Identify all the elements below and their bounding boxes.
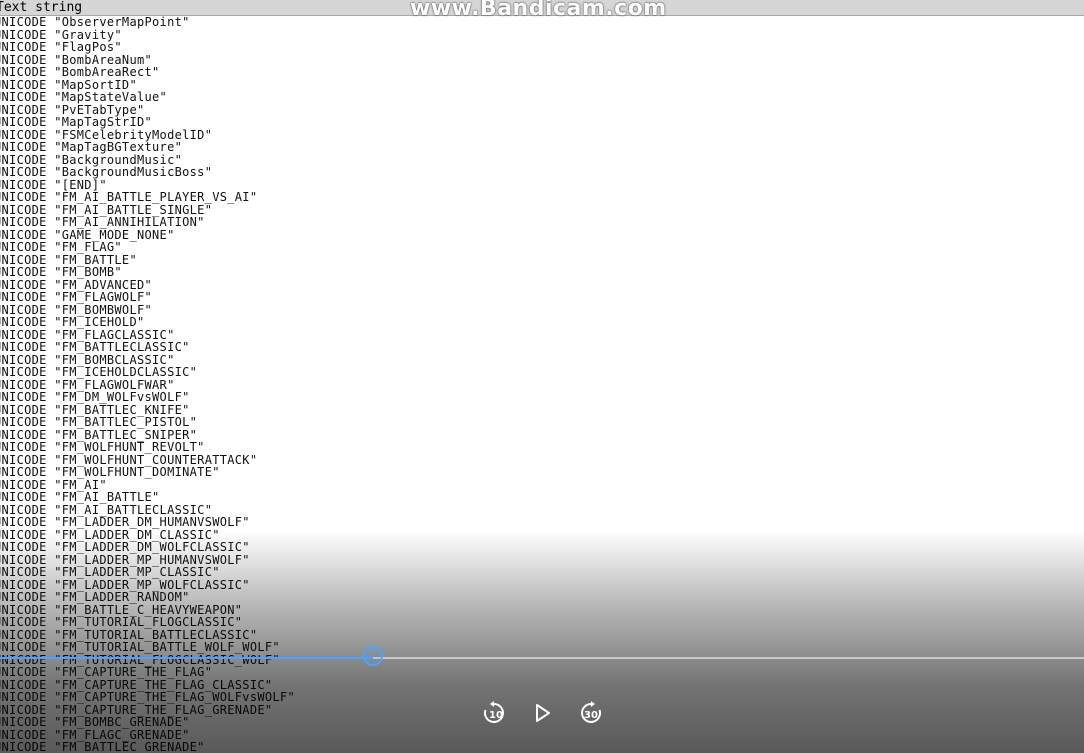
list-row[interactable]: UNICODE "FM_AI_BATTLE"	[0, 491, 160, 504]
list-row[interactable]: UNICODE "BackgroundMusicBoss"	[0, 166, 212, 179]
forward-label: 30	[584, 710, 598, 721]
list-row[interactable]: UNICODE "FM_LADDER_DM_HUMANVSWOLF"	[0, 516, 250, 529]
list-row[interactable]: UNICODE "FM_FLAG"	[0, 241, 122, 254]
list-row[interactable]: UNICODE "FM_ICEHOLDCLASSIC"	[0, 366, 197, 379]
list-row[interactable]: UNICODE "FM_CAPTURE_THE_FLAG"	[0, 666, 212, 679]
seek-progress	[0, 657, 373, 659]
list-row[interactable]: UNICODE "ObserverMapPoint"	[0, 16, 190, 29]
list-row[interactable]: UNICODE "FM_BOMBC_GRENADE"	[0, 716, 190, 729]
list-row[interactable]: UNICODE "FM_BATTLEC_PISTOL"	[0, 416, 197, 429]
list-row[interactable]: UNICODE "FM_BOMB"	[0, 266, 122, 279]
string-list[interactable]: UNICODE "ObserverMapPoint" UNICODE "Gravi…	[0, 16, 1084, 753]
rewind-label: 10	[489, 710, 503, 721]
list-row[interactable]: UNICODE "FM_FLAGWOLF"	[0, 291, 152, 304]
list-row[interactable]: UNICODE "FM_LADDER_MP_CLASSIC"	[0, 566, 220, 579]
rewind-10-button[interactable]: 10	[480, 699, 508, 727]
list-row[interactable]: UNICODE "MapTagBGTexture"	[0, 141, 182, 154]
list-row[interactable]: UNICODE "FM_TUTORIAL_BATTLE_WOLF_WOLF"	[0, 641, 280, 654]
list-row[interactable]: UNICODE "FM_BATTLECLASSIC"	[0, 341, 190, 354]
seek-handle[interactable]	[362, 646, 383, 666]
list-row[interactable]: UNICODE "BombAreaRect"	[0, 66, 160, 79]
list-row[interactable]: UNICODE "FM_TUTORIAL_FLOGCLASSIC"	[0, 616, 242, 629]
list-row[interactable]: UNICODE "FM_WOLFHUNT_DOMINATE"	[0, 466, 220, 479]
list-row[interactable]: UNICODE "FM_LADDER_RANDOM"	[0, 591, 190, 604]
column-header-label: Text string	[0, 0, 83, 15]
play-button[interactable]	[529, 699, 557, 727]
list-row[interactable]: UNICODE "FM_ICEHOLD"	[0, 316, 145, 329]
list-row[interactable]: UNICODE "FM_LADDER_DM_WOLFCLASSIC"	[0, 541, 250, 554]
list-row[interactable]: UNICODE "FM_WOLFHUNT_REVOLT"	[0, 441, 205, 454]
list-row[interactable]: UNICODE "FM_AI_BATTLE_PLAYER_VS_AI"	[0, 191, 257, 204]
list-row[interactable]: UNICODE "FlagPos"	[0, 41, 122, 54]
list-row[interactable]: UNICODE "FM_AI_ANNIHILATION"	[0, 216, 205, 229]
play-icon	[536, 704, 550, 722]
list-row[interactable]: UNICODE "FM_BATTLEC_GRENADE"	[0, 741, 205, 753]
list-row[interactable]: UNICODE "FM_CAPTURE_THE_FLAG_WOLFvsWOLF"	[0, 691, 295, 704]
forward-30-button[interactable]: 30	[577, 699, 605, 727]
list-row[interactable]: UNICODE "MapStateValue"	[0, 91, 167, 104]
list-row[interactable]: UNICODE "FM_DM_WOLFvsWOLF"	[0, 391, 190, 404]
list-row[interactable]: UNICODE "MapTagStrID"	[0, 116, 152, 129]
